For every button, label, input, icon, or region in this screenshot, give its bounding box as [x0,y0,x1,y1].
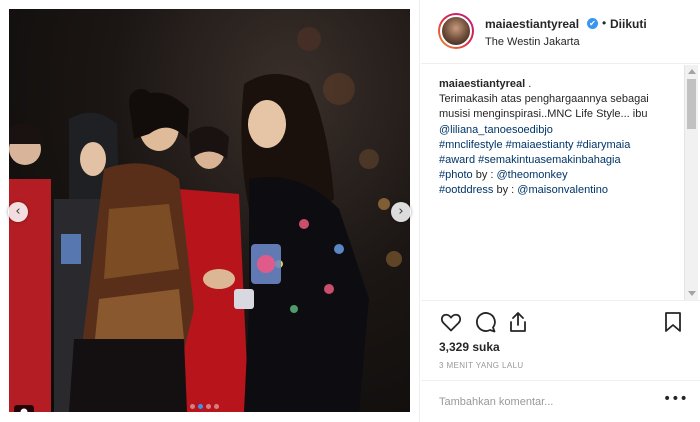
avatar-image [440,15,472,47]
caption-mention-link[interactable]: @liliana_tanoesoedibjo [439,123,685,138]
share-icon [510,312,526,332]
caption-by-text: by : [472,169,497,182]
caption-username[interactable]: maiaestiantyreal [439,78,525,90]
caption-photo-credit: #photo by : @theomonkey [439,168,685,183]
caption-username-suffix: . [525,78,532,90]
photo-illustration [9,27,402,412]
header-username[interactable]: maiaestiantyreal [485,17,579,31]
photographer-mention-link[interactable]: @theomonkey [497,169,568,181]
post-media-area: ‹ › [0,0,420,422]
carousel-dot [206,404,211,409]
avatar[interactable] [438,13,474,49]
caption-line: musisi menginspirasi..MNC Life Style... … [439,108,648,121]
likes-count[interactable]: 3,329 suka [439,340,500,354]
carousel-dot [190,404,195,409]
photo-hashtag-link[interactable]: #photo [439,169,473,181]
caption-hashtags-link[interactable]: #mnclifestyle #maiaestianty #diarymaia [439,138,685,153]
caption-dress-credit: #ootddress by : @maisonvalentino [439,183,685,198]
scroll-up-arrow-icon[interactable] [688,69,696,74]
bookmark-icon [665,312,681,332]
caption-hashtags-link[interactable]: #award #semakintuasemakinbahagia [439,153,685,168]
scrollbar-thumb[interactable] [687,79,696,129]
like-button[interactable] [439,310,463,334]
user-tag-icon [20,408,28,412]
location-link[interactable]: The Westin Jakarta [485,36,580,48]
carousel-dot-active [198,404,203,409]
ootd-hashtag-link[interactable]: #ootddress [439,184,493,196]
scroll-down-arrow-icon[interactable] [688,291,696,296]
caption-by-text: by : [493,184,518,197]
carousel-prev-button[interactable]: ‹ [8,202,28,222]
follow-button[interactable]: Diikuti [610,17,647,31]
save-button[interactable] [661,310,685,334]
comment-button[interactable] [473,310,497,334]
post-photo[interactable] [9,9,410,412]
caption-area: maiaestiantyreal . Terimakasih atas peng… [421,65,700,300]
caption-header: maiaestiantyreal . [439,77,685,92]
carousel-dot [214,404,219,409]
more-options-button[interactable]: ••• [663,391,688,407]
tag-people-button[interactable] [14,405,34,412]
post-side-panel: maiaestiantyreal ✔ • Diikuti The Westin … [421,0,700,422]
post-header: maiaestiantyreal ✔ • Diikuti The Westin … [421,0,700,64]
verified-badge-icon: ✔ [587,18,598,29]
caption: maiaestiantyreal . Terimakasih atas peng… [439,77,685,199]
carousel-indicator [190,404,219,409]
caption-line: Terimakasih atas penghargaannya sebagai [439,93,649,106]
share-button[interactable] [506,310,530,334]
designer-mention-link[interactable]: @maisonvalentino [517,184,608,196]
caption-scrollbar[interactable] [684,65,698,300]
heart-icon [440,313,462,332]
carousel-next-button[interactable]: › [391,202,411,222]
comment-icon [476,312,496,333]
header-separator: • [602,16,607,30]
post-timestamp: 3 MENIT YANG LALU [439,361,524,370]
comment-input[interactable] [439,393,654,411]
comment-bar: ••• [421,380,700,422]
post-actions [421,300,700,340]
